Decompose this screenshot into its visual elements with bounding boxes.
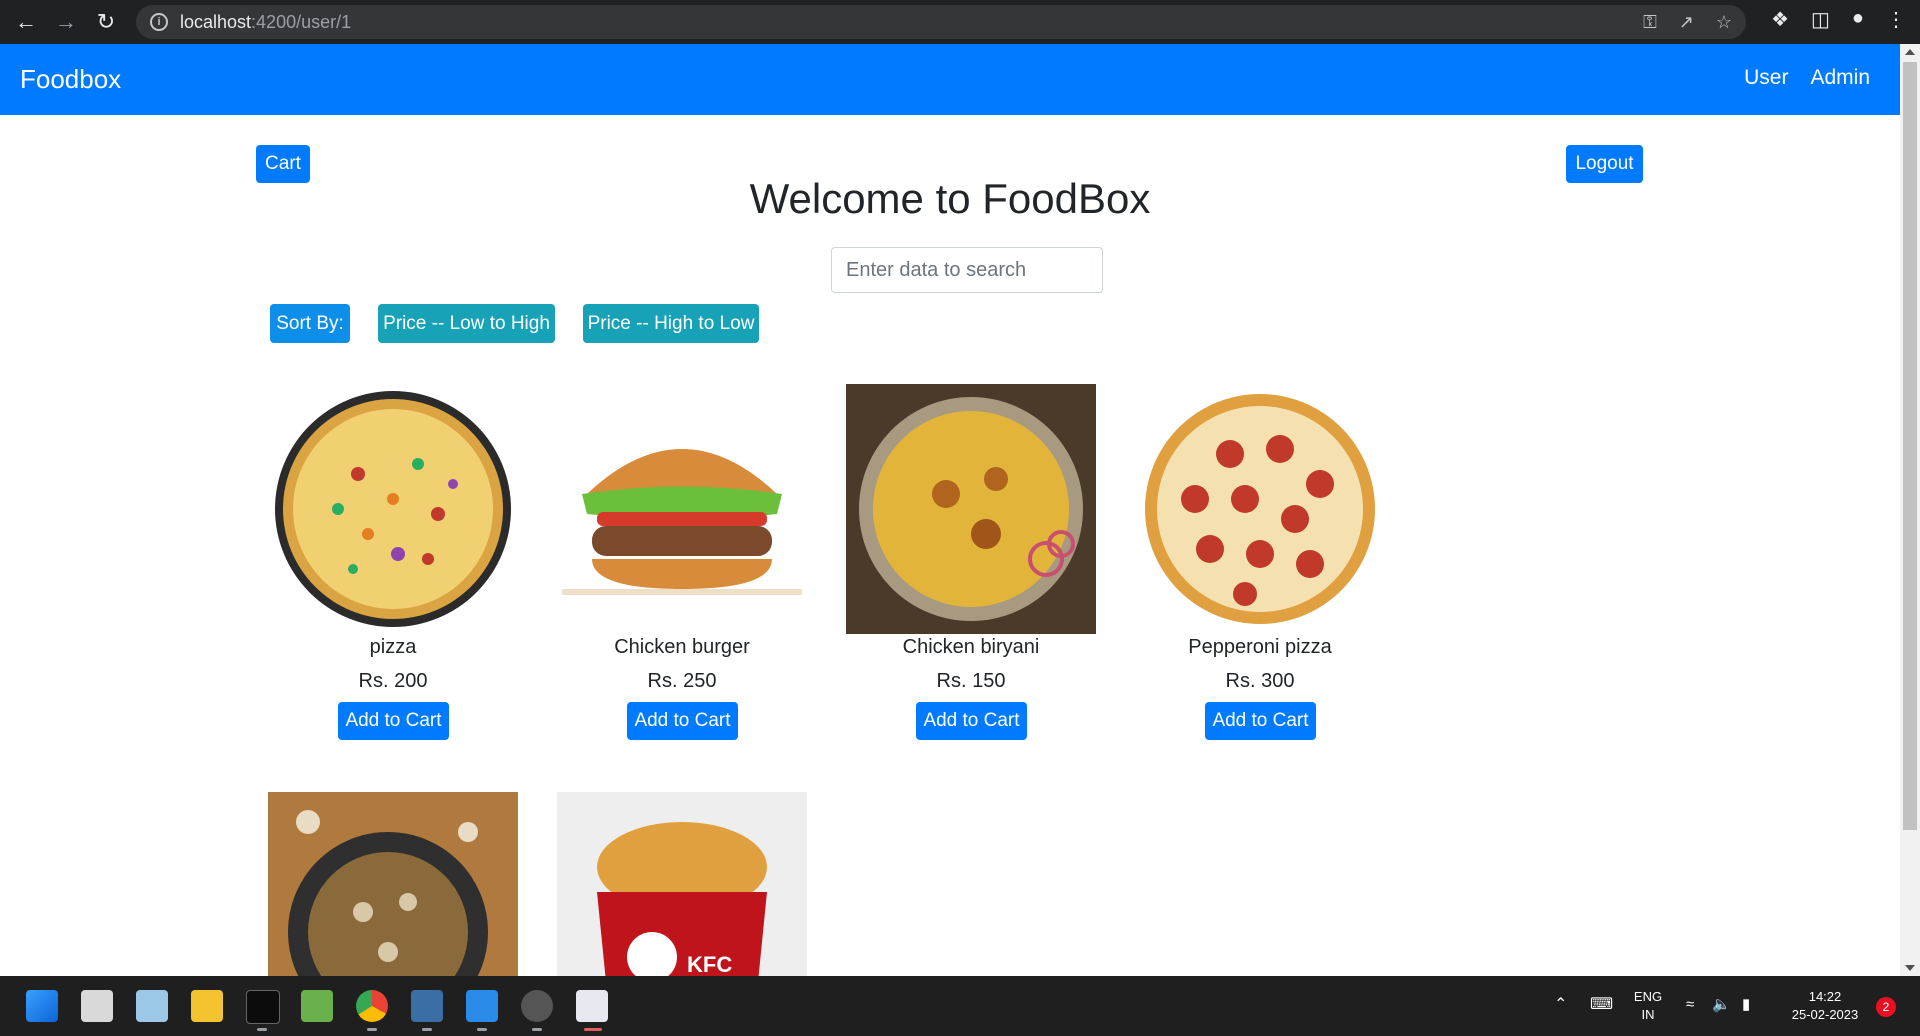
- keyboard-icon[interactable]: ⌨: [1590, 996, 1613, 1014]
- scroll-up-icon[interactable]: [1905, 49, 1915, 55]
- add-to-cart-button[interactable]: Add to Cart: [627, 702, 738, 740]
- extensions-icon[interactable]: ❖: [1771, 7, 1789, 32]
- browser-toolbar: ← → ↻ i localhost:4200/user/1 ⚿ ↗ ☆ ❖ ◫ …: [0, 0, 1920, 44]
- menu-icon[interactable]: ⋮: [1886, 7, 1906, 32]
- language-indicator[interactable]: ENG IN: [1628, 988, 1668, 1024]
- add-to-cart-button[interactable]: Add to Cart: [916, 702, 1027, 740]
- brand-logo[interactable]: Foodbox: [20, 64, 121, 95]
- terminal-icon[interactable]: [246, 990, 280, 1024]
- running-indicator: [422, 1028, 432, 1031]
- mysql-workbench-icon[interactable]: [411, 990, 443, 1022]
- share-icon[interactable]: ↗: [1679, 12, 1694, 33]
- windows-start-icon[interactable]: [26, 990, 58, 1022]
- product-image-chicken-biryani: [846, 384, 1096, 634]
- scroll-down-icon[interactable]: [1905, 965, 1915, 971]
- photos-app-icon[interactable]: [136, 990, 168, 1022]
- chrome-icon[interactable]: [356, 990, 388, 1022]
- browser-extension-icons: ❖ ◫ ● ⋮: [1771, 7, 1906, 32]
- product-image-mushroom-pizza: [268, 792, 518, 976]
- running-indicator: [477, 1028, 487, 1031]
- search-input[interactable]: [831, 247, 1103, 293]
- battery-icon[interactable]: ▮: [1742, 996, 1750, 1014]
- product-image-kfc-bucket: KFC: [557, 792, 807, 976]
- product-name: pizza: [369, 636, 417, 658]
- key-icon[interactable]: ⚿: [1643, 12, 1657, 33]
- back-icon[interactable]: ←: [10, 6, 42, 38]
- notepad-icon[interactable]: [301, 990, 333, 1022]
- url-path: :4200/user/1: [251, 11, 352, 32]
- tray-chevron-icon[interactable]: ⌃: [1554, 996, 1567, 1014]
- sort-low-high-button[interactable]: Price -- Low to High: [378, 304, 555, 343]
- file-explorer-icon[interactable]: [191, 990, 223, 1022]
- url-host: localhost: [180, 11, 252, 32]
- product-price: Rs. 250: [647, 670, 717, 692]
- snipping-tool-icon[interactable]: [576, 990, 608, 1022]
- product-name: Chicken burger: [614, 636, 750, 658]
- product-price: Rs. 200: [358, 670, 428, 692]
- running-indicator: [532, 1028, 542, 1031]
- star-icon[interactable]: ☆: [1716, 12, 1732, 33]
- nav-link-user[interactable]: User: [1744, 66, 1788, 90]
- site-info-icon[interactable]: i: [150, 13, 168, 31]
- clock-time: 14:22: [1808, 989, 1842, 1004]
- product-card: KFC: [557, 792, 807, 976]
- product-image-pepperoni-pizza: [1145, 394, 1375, 624]
- app-navbar: Foodbox User Admin: [0, 44, 1900, 115]
- wifi-icon[interactable]: ≈: [1686, 996, 1694, 1014]
- notification-badge[interactable]: 2: [1876, 997, 1896, 1017]
- sort-high-low-button[interactable]: Price -- High to Low: [583, 304, 759, 343]
- add-to-cart-button[interactable]: Add to Cart: [338, 702, 449, 740]
- page-title: Welcome to FoodBox: [749, 175, 1151, 222]
- forward-icon[interactable]: →: [50, 6, 82, 38]
- volume-icon[interactable]: 🔈: [1712, 996, 1731, 1014]
- scroll-thumb[interactable]: [1903, 62, 1917, 830]
- product-image-pizza: [275, 391, 511, 627]
- running-indicator: [257, 1028, 267, 1031]
- task-view-icon[interactable]: [81, 990, 113, 1022]
- vscode-icon[interactable]: [466, 990, 498, 1022]
- product-image-chicken-burger: [562, 449, 802, 595]
- address-bar-icons: ⚿ ↗ ☆: [1643, 12, 1732, 33]
- nav-link-admin[interactable]: Admin: [1810, 66, 1870, 90]
- svg-text:KFC: KFC: [687, 952, 732, 976]
- running-indicator: [367, 1028, 377, 1031]
- region-code: IN: [1641, 1007, 1655, 1022]
- nav-links: User Admin: [1744, 66, 1870, 90]
- running-indicator: [584, 1028, 602, 1031]
- page-scrollbar[interactable]: [1900, 44, 1920, 976]
- reload-icon[interactable]: ↻: [90, 6, 122, 38]
- address-bar[interactable]: i localhost:4200/user/1 ⚿ ↗ ☆: [136, 5, 1746, 39]
- product-name: Pepperoni pizza: [1188, 636, 1332, 658]
- product-card: [268, 792, 518, 976]
- add-to-cart-button[interactable]: Add to Cart: [1205, 702, 1316, 740]
- product-price: Rs. 300: [1225, 670, 1295, 692]
- profile-icon[interactable]: ●: [1852, 7, 1864, 32]
- windows-taskbar: ⌃ ⌨ ENG IN ≈ 🔈 ▮ 14:22 25-02-2023: [0, 976, 1920, 1036]
- clock[interactable]: 14:22 25-02-2023: [1780, 988, 1870, 1024]
- product-name: Chicken biryani: [902, 636, 1040, 658]
- side-panel-icon[interactable]: ◫: [1811, 7, 1830, 32]
- language-code: ENG: [1633, 989, 1663, 1004]
- product-price: Rs. 150: [936, 670, 1006, 692]
- sort-by-label: Sort By:: [270, 304, 350, 343]
- clock-date: 25-02-2023: [1791, 1007, 1859, 1022]
- settings-gear-icon[interactable]: [521, 990, 553, 1022]
